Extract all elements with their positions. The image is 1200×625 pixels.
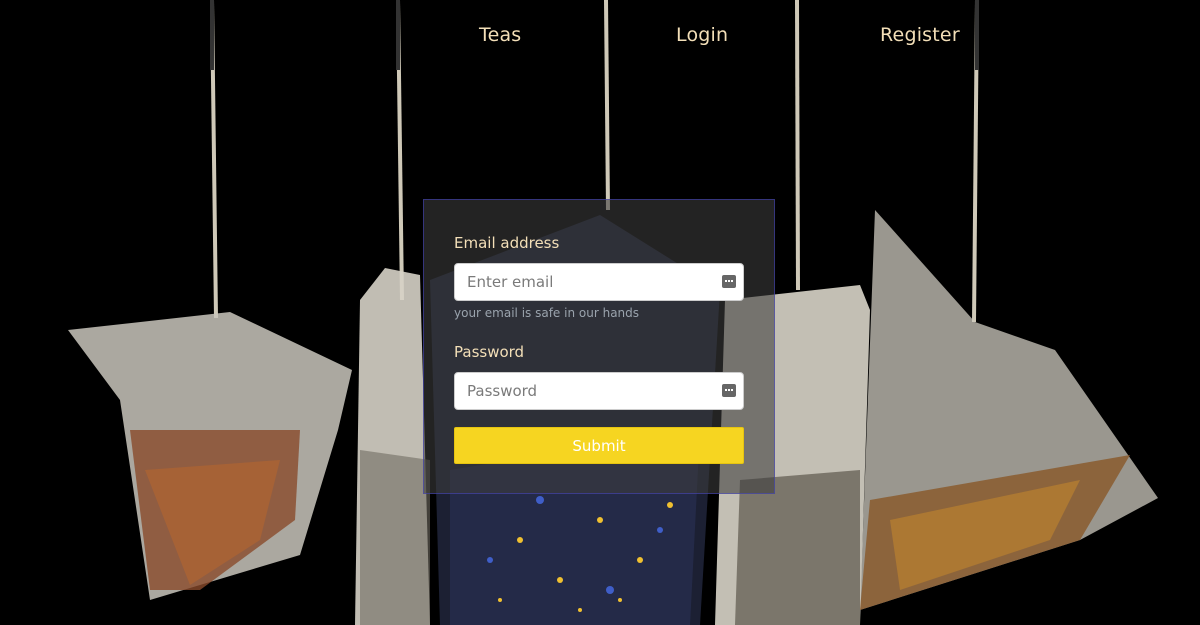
tea-bag-5 (860, 210, 1158, 610)
tea-bag-1 (68, 312, 352, 600)
password-label: Password (454, 343, 525, 361)
email-help-text: your email is safe in our hands (454, 306, 640, 320)
email-field[interactable] (454, 263, 744, 301)
top-navigation: Teas Login Register (0, 0, 1200, 70)
nav-link-register[interactable]: Register (880, 24, 960, 46)
nav-link-login[interactable]: Login (676, 24, 728, 46)
submit-button[interactable]: Submit (454, 427, 744, 464)
login-page: Teas Login Register Email address your e… (0, 0, 1200, 625)
password-field[interactable] (454, 372, 744, 410)
nav-link-teas[interactable]: Teas (479, 24, 521, 46)
login-form: Email address your email is safe in our … (423, 199, 775, 494)
tea-bag-2 (355, 268, 430, 625)
email-label: Email address (454, 234, 560, 252)
email-autofill-key-icon[interactable] (722, 275, 736, 288)
password-autofill-key-icon[interactable] (722, 384, 736, 397)
